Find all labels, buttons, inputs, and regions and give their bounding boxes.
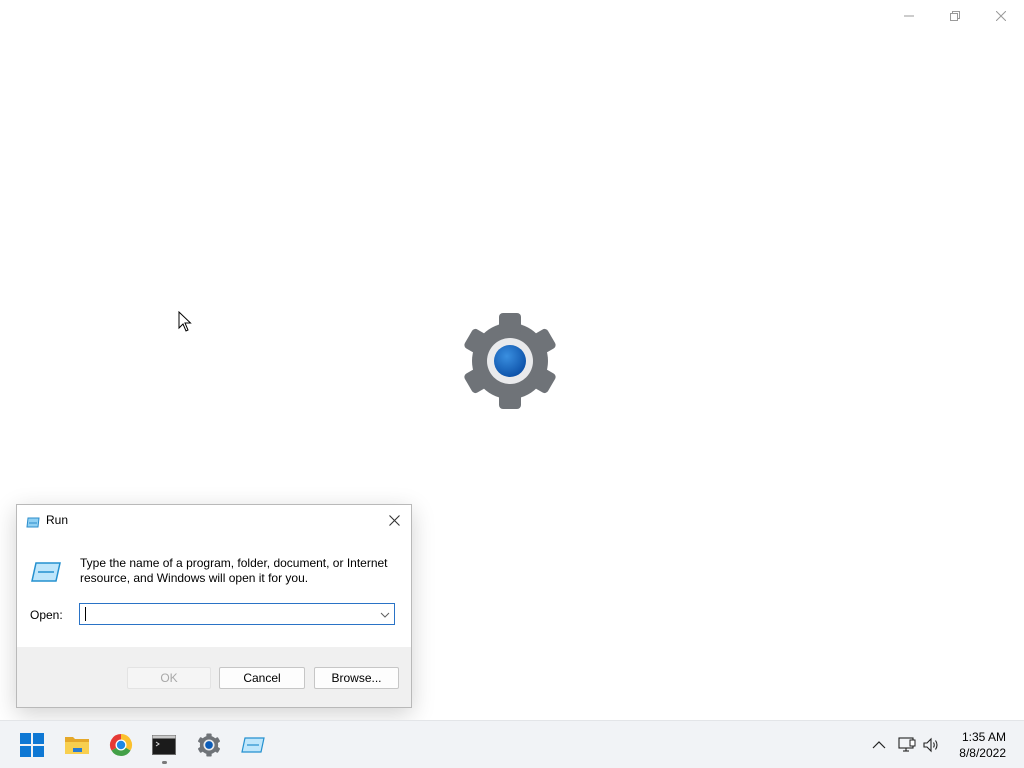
run-icon [241, 737, 265, 753]
run-description: Type the name of a program, folder, docu… [80, 556, 388, 585]
tray-network[interactable] [897, 735, 917, 755]
taskbar-command-prompt[interactable] [148, 729, 180, 764]
clock-date: 8/8/2022 [959, 746, 1006, 760]
taskbar: 1:35 AM 8/8/2022 [0, 720, 1024, 768]
settings-splash-icon [456, 310, 564, 412]
run-program-icon [31, 561, 61, 583]
taskbar-run[interactable] [237, 729, 269, 761]
browse-button[interactable]: Browse... [314, 667, 399, 689]
chrome-icon [109, 734, 133, 757]
chevron-up-icon [872, 741, 886, 749]
cancel-button[interactable]: Cancel [219, 667, 305, 689]
taskbar-settings[interactable] [193, 729, 225, 761]
open-combobox[interactable] [79, 603, 395, 625]
clock-time: 1:35 AM [961, 730, 1006, 744]
run-close-button[interactable] [383, 510, 405, 530]
tray-overflow-button[interactable] [869, 735, 889, 755]
settings-gear-icon [464, 313, 556, 409]
terminal-icon [152, 735, 176, 755]
taskbar-chrome[interactable] [105, 729, 137, 761]
start-button[interactable] [16, 729, 48, 761]
taskbar-file-explorer[interactable] [61, 729, 93, 761]
run-button-bar: OK Cancel Browse... [17, 647, 411, 707]
folder-icon [65, 737, 89, 754]
settings-gear-icon [198, 733, 220, 757]
run-dialog: Run Type the name of a program, folder, … [16, 504, 412, 708]
open-label: Open: [30, 608, 63, 622]
run-title: Run [46, 513, 69, 527]
volume-icon [923, 737, 938, 753]
close-icon [388, 514, 400, 526]
text-caret [85, 607, 86, 621]
windows-logo-icon [20, 733, 44, 757]
ok-button[interactable]: OK [127, 667, 211, 689]
tray-volume[interactable] [921, 735, 941, 755]
open-input[interactable] [84, 606, 364, 622]
close-button[interactable] [978, 0, 1024, 32]
run-app-icon [26, 515, 40, 528]
cursor-arrow-icon [178, 310, 192, 332]
restore-button[interactable] [932, 0, 978, 32]
restore-icon [950, 11, 960, 21]
taskbar-clock[interactable]: 1:35 AM 8/8/2022 [959, 729, 1006, 761]
running-indicator [162, 761, 167, 764]
mouse-cursor [178, 310, 192, 333]
network-icon [898, 737, 916, 752]
window-controls [886, 0, 1024, 32]
run-titlebar[interactable]: Run [17, 505, 411, 535]
close-icon [996, 11, 1006, 21]
chevron-down-icon[interactable] [379, 608, 391, 620]
minimize-icon [904, 15, 914, 17]
minimize-button[interactable] [886, 0, 932, 32]
